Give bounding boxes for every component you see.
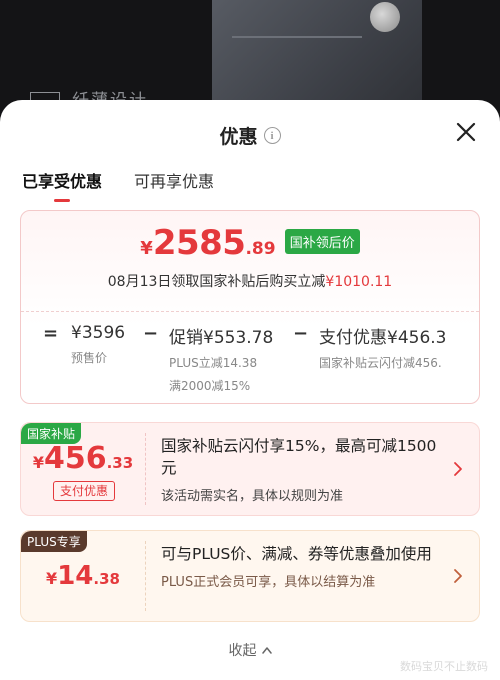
promo-plus-note: PLUS立减14.38 [169,356,258,370]
coupon-body: 可与PLUS价、满减、券等优惠叠加使用 PLUS正式会员可享，具体以结算为准 [161,543,447,590]
tab-enjoyed-discounts[interactable]: 已享受优惠 [22,164,102,204]
sheet-title: 优惠 [219,126,258,148]
coupon-title: 国家补贴云闪付享15%，最高可减1500元 [161,437,437,477]
sheet-header: 优惠 i [0,100,500,164]
chevron-right-icon [454,462,462,476]
dial-knob [370,2,400,32]
coupon-separator [145,541,146,611]
sheet-title-row: 优惠 i [0,122,500,149]
collapse-button[interactable]: 收起 [0,640,500,660]
collapse-label: 收起 [228,643,257,659]
payment-discount-item: 支付优惠¥456.3 国家补贴云闪付减456. [319,323,446,371]
coupon-integer: 14 [57,561,94,591]
coupon-currency: ¥ [32,453,44,472]
price-currency: ¥ [140,238,153,259]
final-price: ¥2585.89 国补领后价 [21,223,479,263]
price-integer: 2585 [152,223,246,263]
coupon-separator [145,433,146,505]
coupon-integer: 456 [43,441,107,476]
coupon-currency: ¥ [46,569,58,588]
close-icon[interactable] [454,120,478,144]
watermark: 数码宝贝不止数码 [400,660,488,673]
minus-sign: − [143,323,159,344]
coupon-amount: ¥14.38 [21,561,145,591]
price-summary-card: ¥2585.89 国补领后价 08月13日领取国家补贴后购买立减¥1010.11… [20,210,480,404]
discount-sheet: 优惠 i 已享受优惠 可再享优惠 ¥2585.89 国补领后价 08月13日领取… [0,100,500,680]
minus-sign: − [293,323,309,344]
subsidy-price-badge: 国补领后价 [284,229,360,254]
chevron-right-icon [454,569,462,583]
presale-price-value: ¥3596 [71,323,126,343]
coupon-decimal: .33 [106,454,134,472]
chevron-up-icon [261,647,272,654]
presale-price-label: 预售价 [71,351,108,365]
coupon-desc: 该活动需实名，具体以规则为准 [161,489,344,504]
equals-sign: = [43,323,59,344]
promo-threshold-note: 满2000减15% [169,379,251,393]
price-breakdown: = ¥3596 预售价 − 促销¥553.78 PLUS立减14.38 满200… [21,323,479,393]
tab-more-discounts[interactable]: 可再享优惠 [134,164,214,204]
coupon-type-label: 支付优惠 [53,481,115,501]
payment-discount-value: 支付优惠¥456.3 [319,328,447,348]
payment-discount-note: 国家补贴云闪付减456. [319,356,442,370]
coupon-desc: PLUS正式会员可享，具体以结算为准 [161,575,376,590]
card-divider [21,311,479,312]
subsidy-note-text: 08月13日领取国家补贴后购买立减 [107,274,326,290]
subsidy-note-amount: ¥1010.11 [325,274,393,290]
coupon-amount: ¥456.33 [21,441,145,476]
control-panel-line [232,36,362,38]
coupon-tag: PLUS专享 [21,531,87,552]
price-decimal: .89 [245,239,276,259]
info-icon[interactable]: i [263,127,281,144]
plus-coupon-card[interactable]: PLUS专享 ¥14.38 可与PLUS价、满减、券等优惠叠加使用 PLUS正式… [20,530,480,622]
presale-price-item: ¥3596 预售价 [71,323,125,366]
subsidy-note: 08月13日领取国家补贴后购买立减¥1010.11 [21,271,479,291]
coupon-body: 国家补贴云闪付享15%，最高可减1500元 该活动需实名，具体以规则为准 [161,435,447,504]
coupon-decimal: .38 [93,570,120,588]
coupon-title: 可与PLUS价、满减、券等优惠叠加使用 [161,545,432,563]
subsidy-coupon-card[interactable]: 国家补贴 ¥456.33 支付优惠 国家补贴云闪付享15%，最高可减1500元 … [20,422,480,516]
promo-value: 促销¥553.78 [169,328,274,348]
tab-bar: 已享受优惠 可再享优惠 [0,164,500,204]
promo-item: 促销¥553.78 PLUS立减14.38 满2000减15% [169,323,273,394]
